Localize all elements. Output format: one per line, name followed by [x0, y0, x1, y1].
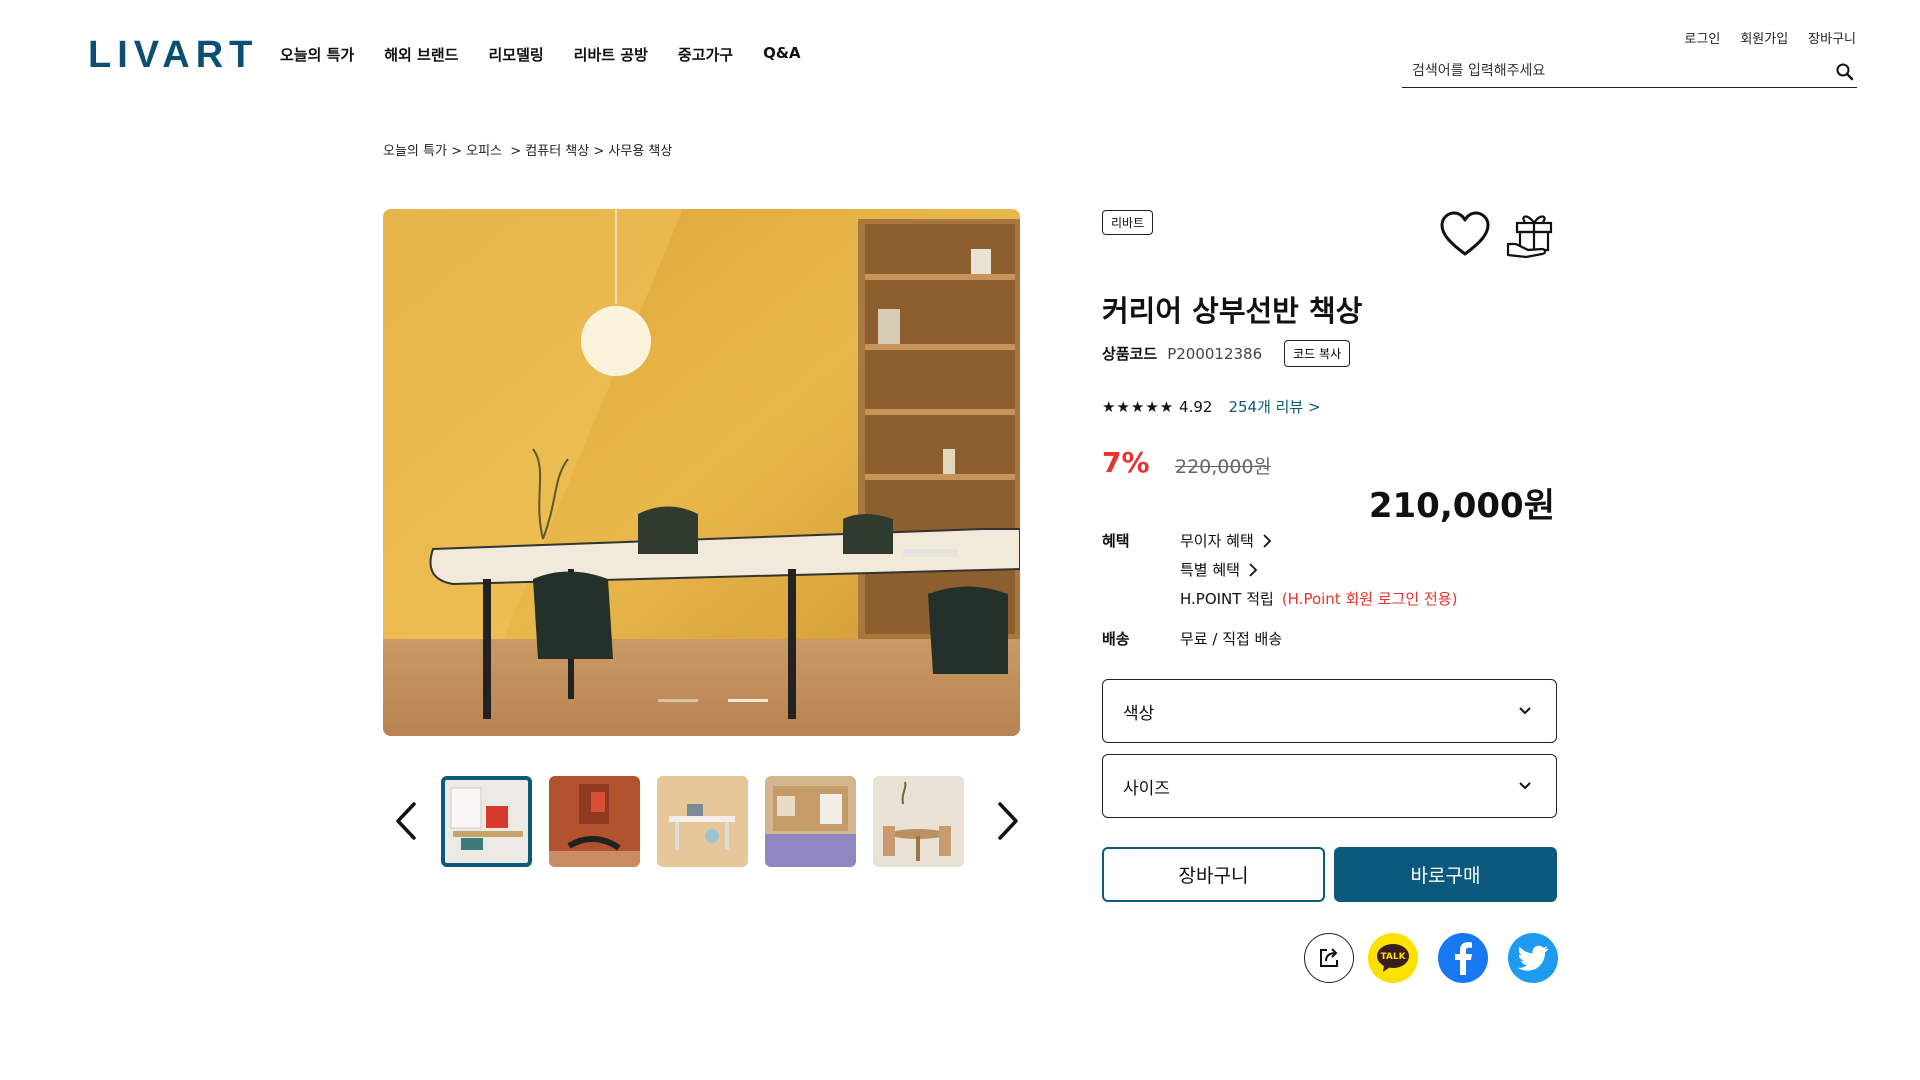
color-select-label: 색상: [1123, 703, 1155, 724]
kakaotalk-share-icon[interactable]: TALK: [1368, 933, 1418, 983]
gift-icon[interactable]: [1506, 209, 1558, 261]
product-code: P200012386: [1167, 344, 1263, 363]
sale-price: 210,000원: [1368, 486, 1555, 526]
chevron-right-icon[interactable]: [1262, 533, 1272, 549]
breadcrumb-item[interactable]: 오피스: [466, 144, 502, 159]
login-link[interactable]: 로그인: [1684, 28, 1720, 47]
chevron-right-icon[interactable]: [1248, 562, 1258, 578]
star-rating-icon: ★★★★★: [1102, 397, 1175, 416]
search-bar: [1402, 58, 1857, 88]
copy-code-button[interactable]: 코드 복사: [1284, 340, 1351, 367]
size-select-label: 사이즈: [1123, 778, 1170, 799]
chevron-down-icon: [1519, 782, 1531, 790]
buy-now-button[interactable]: 바로구매: [1334, 847, 1557, 902]
breadcrumb-item[interactable]: 오늘의 특가: [383, 144, 447, 159]
utility-links: 로그인 회원가입 장바구니: [1684, 28, 1856, 47]
thumbnail-4[interactable]: [765, 776, 856, 867]
heart-icon[interactable]: [1439, 210, 1491, 258]
brand-badge[interactable]: 리바트: [1102, 210, 1154, 235]
product-title: 커리어 상부선반 책상: [1102, 294, 1363, 328]
main-product-image[interactable]: [383, 209, 1020, 736]
nav-item-remodeling[interactable]: 리모델링: [488, 44, 543, 65]
breadcrumb-item[interactable]: 컴퓨터 책상: [525, 144, 589, 159]
hpoint-row: H.POINT 적립 (H.Point 회원 로그인 전용): [1180, 588, 1457, 609]
facebook-share-icon[interactable]: [1438, 933, 1488, 983]
share-icon[interactable]: [1304, 933, 1354, 983]
facebook-f-icon: [1455, 942, 1472, 975]
benefit-interest-free[interactable]: 무이자 혜택: [1180, 530, 1272, 551]
nav-item-today-deal[interactable]: 오늘의 특가: [280, 44, 354, 65]
benefit-interest-free-label: 무이자 혜택: [1180, 532, 1254, 550]
thumbnail-2[interactable]: [549, 776, 640, 867]
product-code-row: 상품코드 P200012386 코드 복사: [1102, 340, 1351, 367]
rating-row: ★★★★★ 4.92 254개 리뷰 >: [1102, 396, 1321, 417]
breadcrumb: 오늘의 특가 > 오피스 > 컴퓨터 책상 > 사무용 책상: [383, 144, 673, 159]
kakaotalk-label: TALK: [1380, 952, 1406, 962]
add-to-cart-button[interactable]: 장바구니: [1102, 847, 1325, 902]
shipping-value: 무료 / 직접 배송: [1180, 630, 1283, 648]
breadcrumb-item[interactable]: 사무용 책상: [608, 144, 672, 159]
rating-summary: ★★★★★ 4.92: [1102, 398, 1212, 416]
product-code-label: 상품코드: [1102, 345, 1158, 363]
thumbnail-3[interactable]: [657, 776, 748, 867]
hpoint-note: (H.Point 회원 로그인 전용): [1281, 590, 1458, 608]
livart-logo[interactable]: LIVART: [88, 34, 258, 77]
size-select[interactable]: 사이즈: [1102, 754, 1557, 818]
original-price: 220,000원: [1175, 456, 1272, 478]
benefit-special-label: 특별 혜택: [1180, 561, 1240, 579]
nav-item-livart-workshop[interactable]: 리바트 공방: [574, 44, 648, 65]
chevron-right-icon[interactable]: [992, 800, 1022, 842]
benefit-special[interactable]: 특별 혜택: [1180, 559, 1258, 580]
thumbnail-5[interactable]: [873, 776, 964, 867]
nav-item-overseas-brand[interactable]: 해외 브랜드: [384, 44, 458, 65]
nav-item-used-furniture[interactable]: 중고가구: [678, 44, 733, 65]
thumbnail-strip: [441, 776, 964, 867]
twitter-bird-icon: [1518, 945, 1548, 971]
chevron-down-icon: [1519, 707, 1531, 715]
color-select[interactable]: 색상: [1102, 679, 1557, 743]
hpoint-label: H.POINT 적립: [1180, 590, 1274, 608]
benefit-label: 혜택: [1102, 532, 1130, 550]
thumbnail-1[interactable]: [441, 776, 532, 867]
cart-link[interactable]: 장바구니: [1808, 28, 1856, 47]
search-input[interactable]: [1402, 58, 1822, 84]
signup-link[interactable]: 회원가입: [1740, 28, 1788, 47]
share-arrow-icon: [1320, 948, 1338, 967]
shipping-label: 배송: [1102, 630, 1130, 648]
discount-rate: 7%: [1102, 446, 1150, 479]
review-link[interactable]: 254개 리뷰 >: [1228, 396, 1320, 417]
search-icon[interactable]: [1835, 62, 1855, 82]
main-nav: 오늘의 특가 해외 브랜드 리모델링 리바트 공방 중고가구 Q&A: [280, 44, 801, 65]
twitter-share-icon[interactable]: [1508, 933, 1558, 983]
rating-value: 4.92: [1179, 397, 1213, 416]
chevron-left-icon[interactable]: [392, 800, 422, 842]
nav-item-qna[interactable]: Q&A: [763, 44, 800, 65]
